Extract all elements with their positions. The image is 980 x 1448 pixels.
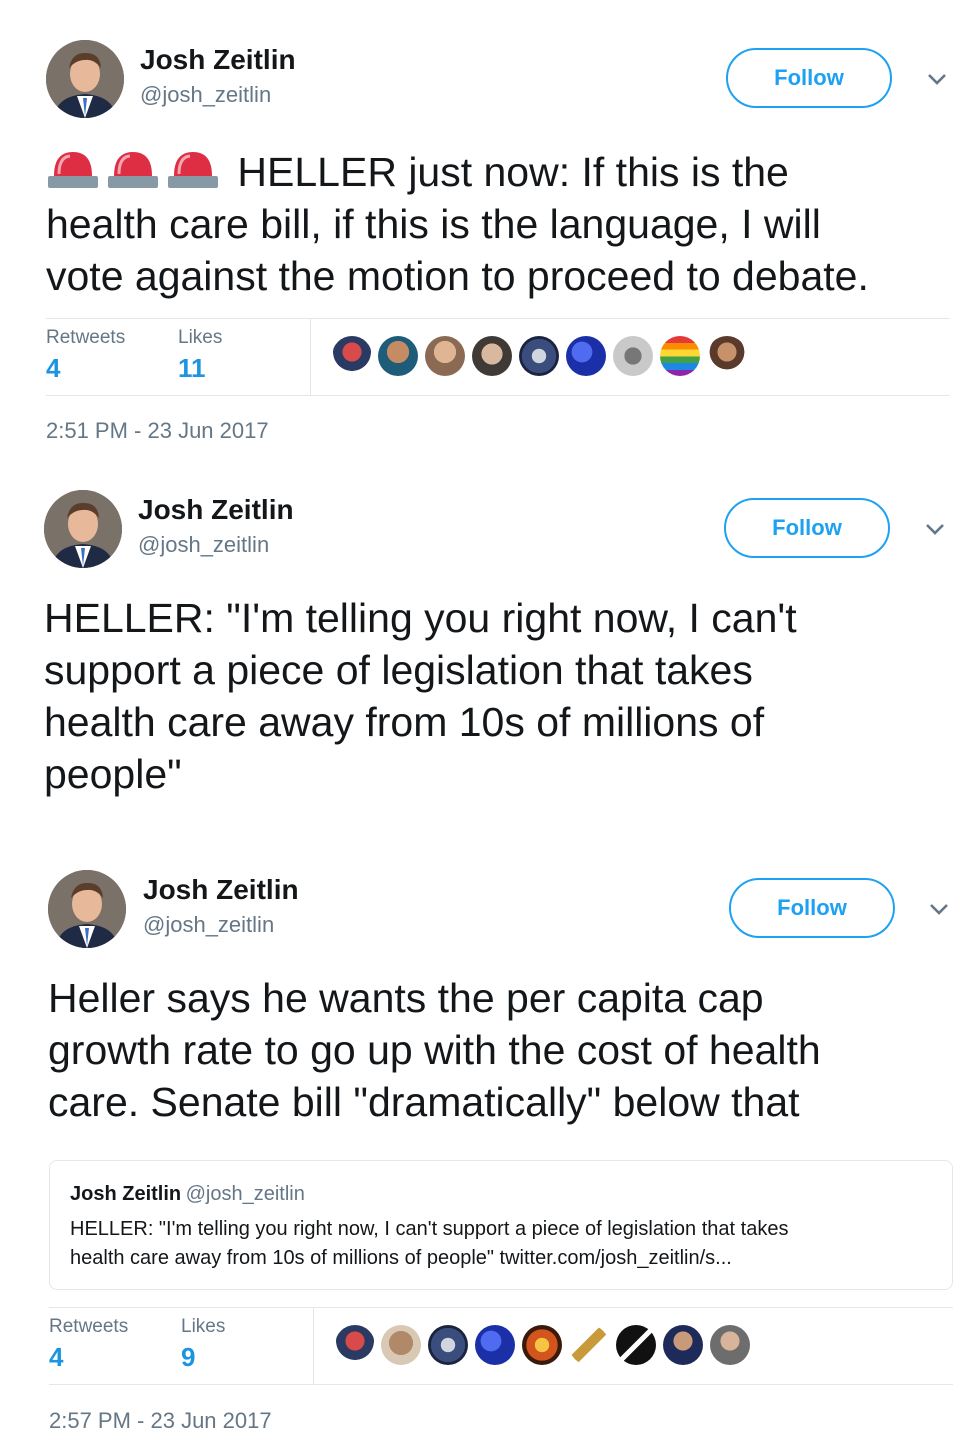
retweets-label: Retweets <box>49 1316 129 1337</box>
liker-avatar[interactable] <box>428 1325 468 1365</box>
quoted-tweet-text: HELLER: "I'm telling you right now, I ca… <box>70 1215 788 1273</box>
liker-avatar[interactable] <box>475 1325 515 1365</box>
liker-avatar[interactable] <box>335 1325 375 1365</box>
author-photo <box>48 870 126 948</box>
liker-avatar[interactable] <box>710 1325 750 1365</box>
liker-avatar[interactable] <box>569 1325 609 1365</box>
tweet-3: Josh Zeitlin @josh_zeitlin Follow Heller… <box>0 0 980 1448</box>
quoted-author-name: Josh Zeitlin <box>70 1183 182 1205</box>
stats-divider <box>313 1308 314 1384</box>
page: { "tweets": [ { "author": "Josh Zeitlin"… <box>0 0 980 1448</box>
likes-stat[interactable]: Likes 9 <box>181 1316 225 1373</box>
author-name[interactable]: Josh Zeitlin <box>143 874 299 906</box>
liker-avatar[interactable] <box>522 1325 562 1365</box>
retweets-stat[interactable]: Retweets 4 <box>49 1316 128 1373</box>
quoted-text-line-1: HELLER: "I'm telling you right now, I ca… <box>70 1218 789 1240</box>
liker-avatar[interactable] <box>381 1325 421 1365</box>
tweet-text-line-3: care. Senate bill "dramatically" below t… <box>48 1079 800 1125</box>
tweet-text: Heller says he wants the per capita cap … <box>48 972 821 1128</box>
likes-count: 9 <box>181 1342 196 1372</box>
retweets-count: 4 <box>49 1342 64 1372</box>
liker-avatar[interactable] <box>663 1325 703 1365</box>
quoted-author-handle: @josh_zeitlin <box>185 1183 305 1205</box>
tweet-text-line-2: growth rate to go up with the cost of he… <box>48 1027 821 1073</box>
author-avatar[interactable] <box>48 870 126 948</box>
author-handle[interactable]: @josh_zeitlin <box>143 912 274 938</box>
chevron-down-icon[interactable] <box>926 896 952 922</box>
quoted-text-line-2: health care away from 10s of millions of… <box>70 1247 732 1269</box>
tweet-text-line-1: Heller says he wants the per capita cap <box>48 975 764 1021</box>
quoted-tweet-header: Josh Zeitlin @josh_zeitlin <box>70 1183 305 1206</box>
tweet-timestamp[interactable]: 2:57 PM - 23 Jun 2017 <box>49 1408 272 1434</box>
quoted-tweet[interactable]: Josh Zeitlin @josh_zeitlin HELLER: "I'm … <box>49 1160 953 1290</box>
follow-button[interactable]: Follow <box>729 878 895 938</box>
tweet-stats: Retweets 4 Likes 9 <box>49 1307 953 1385</box>
liker-avatar[interactable] <box>616 1325 656 1365</box>
likes-label: Likes <box>181 1316 226 1337</box>
